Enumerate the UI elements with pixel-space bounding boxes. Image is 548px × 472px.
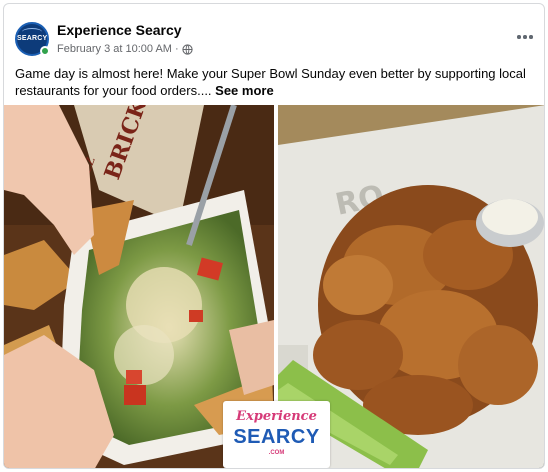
post-meta: February 3 at 10:00 AM · [57,43,193,55]
logo-sub-text: .COM [268,450,285,456]
facebook-post-card: SEARCY Experience Searcy February 3 at 1… [3,3,545,469]
post-timestamp[interactable]: February 3 at 10:00 AM [57,43,172,55]
experience-searcy-logo: Experience SEARCY .COM [223,401,330,468]
avatar-label: SEARCY [17,35,48,42]
globe-icon[interactable] [181,43,193,55]
more-options-icon[interactable] [514,30,536,44]
see-more-link[interactable]: See more [215,83,274,98]
post-body: Game day is almost here! Make your Super… [15,65,535,99]
logo-script-text: Experience [236,409,317,424]
online-status-dot [40,46,50,56]
logo-main-text: SEARCY [233,426,320,448]
meta-separator: · [174,43,179,55]
page-name-link[interactable]: Experience Searcy [57,22,182,38]
